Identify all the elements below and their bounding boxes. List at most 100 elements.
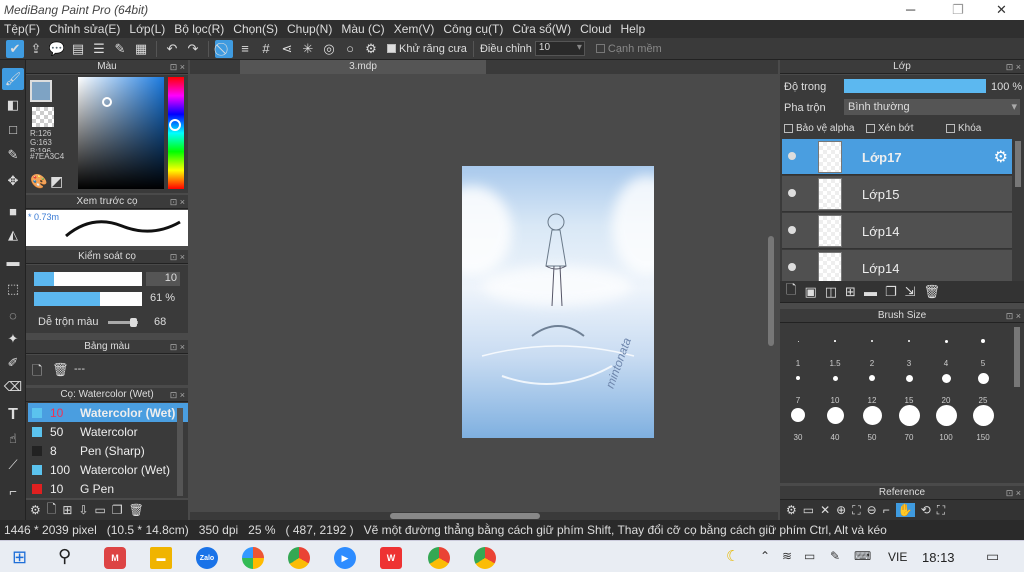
parallel-snap-icon[interactable]: ≡ xyxy=(236,40,254,58)
move-tool-icon[interactable]: ✥ xyxy=(2,170,24,192)
battery-icon[interactable]: ▭ xyxy=(804,549,815,563)
merge-layer-icon[interactable]: ⇲ xyxy=(905,284,916,300)
bucket-tool-icon[interactable]: ◭ xyxy=(2,224,24,246)
copy-brush-icon[interactable]: ❐ xyxy=(112,503,123,517)
curve-snap-icon[interactable]: ○ xyxy=(341,40,359,58)
edge-checkbox[interactable]: Cạnh mềm xyxy=(595,43,662,55)
rotate-icon[interactable]: ⟲ xyxy=(921,503,931,517)
pin-icon[interactable]: ⊡ × xyxy=(170,388,185,402)
eye-icon[interactable] xyxy=(788,226,796,234)
gear-icon[interactable]: ⚙ xyxy=(786,503,797,517)
eraser-tool-icon[interactable]: ◧ xyxy=(2,94,24,116)
lock-checkbox[interactable]: Khóa xyxy=(946,123,981,134)
hue-slider[interactable] xyxy=(168,77,184,189)
menu-cloud[interactable]: Cloud xyxy=(580,22,611,36)
protect-alpha-checkbox[interactable]: Bảo vệ alpha xyxy=(784,123,854,134)
new-brush-icon[interactable]: 🗋 xyxy=(47,500,57,521)
brush-size-dot[interactable] xyxy=(826,406,844,424)
chat-icon[interactable]: 💬 xyxy=(48,40,66,58)
eye-icon[interactable] xyxy=(788,152,796,160)
trash-icon[interactable]: 🗑 xyxy=(52,362,69,378)
horizontal-scrollbar[interactable] xyxy=(390,513,540,519)
add-brush-icon[interactable]: ⊞ xyxy=(62,503,72,517)
brush-size-dot[interactable] xyxy=(898,404,920,426)
brush-size-dot[interactable] xyxy=(832,375,838,381)
antialias-checkbox[interactable]: Khử răng cưa xyxy=(387,43,467,55)
menu-layer[interactable]: Lớp(L) xyxy=(129,22,165,36)
brush-size-value[interactable]: 10 xyxy=(146,272,180,286)
grid-icon[interactable]: ▦ xyxy=(132,40,150,58)
edit-icon[interactable]: ✎ xyxy=(111,40,129,58)
menu-file[interactable]: Tệp(F) xyxy=(4,22,40,36)
chrome-icon[interactable] xyxy=(288,547,310,569)
undo-icon[interactable]: ↶ xyxy=(163,40,181,58)
layer-row[interactable]: Lớp14 xyxy=(782,250,1012,281)
rectangle-tool-icon[interactable]: □ xyxy=(2,118,24,140)
transparent-swatch[interactable] xyxy=(32,107,54,127)
comment-icon[interactable]: ▤ xyxy=(69,40,87,58)
pen-icon[interactable]: ✎ xyxy=(830,549,840,563)
settings-icon[interactable]: ⚙ xyxy=(362,40,380,58)
pin-icon[interactable]: ⊡ × xyxy=(170,60,185,74)
divide-tool-icon[interactable]: ⟋ xyxy=(2,454,24,476)
brush-size-dot[interactable] xyxy=(791,408,805,422)
trash-icon[interactable]: 🗑 xyxy=(129,503,144,517)
brush-size-dot[interactable] xyxy=(977,372,989,384)
layer-row[interactable]: Lớp17 ⚙ xyxy=(782,139,1012,175)
pin-icon[interactable]: ⊡ × xyxy=(1006,60,1021,74)
wps-icon[interactable]: W xyxy=(380,547,402,569)
notification-icon[interactable]: ▭ xyxy=(986,548,999,565)
main-color-swatch[interactable] xyxy=(30,80,52,102)
brush-tool-icon[interactable]: 🖌 xyxy=(2,68,24,90)
brush-item[interactable]: 50 Watercolor xyxy=(28,422,188,441)
close-button[interactable]: ✕ xyxy=(996,2,1007,18)
chrome-icon[interactable] xyxy=(428,547,450,569)
trash-icon[interactable]: 🗑 xyxy=(924,284,941,300)
brush-size-dot[interactable] xyxy=(834,340,836,342)
open-folder-icon[interactable]: ▭ xyxy=(803,503,814,517)
brush-size-dot[interactable] xyxy=(935,404,957,426)
fill-rect-tool-icon[interactable]: ■ xyxy=(2,200,24,222)
hand-icon[interactable]: ✋ xyxy=(895,503,915,517)
pin-icon[interactable]: ⊡ × xyxy=(170,250,185,264)
menu-select[interactable]: Chọn(S) xyxy=(233,22,278,36)
blend-slider[interactable] xyxy=(108,318,138,327)
brush-item[interactable]: 100 Watercolor (Wet) xyxy=(28,460,188,479)
canvas-workspace[interactable]: mintonata xyxy=(190,76,774,510)
upload-icon[interactable]: ⇪ xyxy=(27,40,45,58)
menu-filter[interactable]: Bộ lọc(R) xyxy=(174,22,224,36)
language-indicator[interactable]: VIE xyxy=(888,550,907,564)
circle-snap-icon[interactable]: ◎ xyxy=(320,40,338,58)
chrome-icon[interactable] xyxy=(474,547,496,569)
eyedropper-icon[interactable]: ⌐ xyxy=(883,503,890,517)
eyedropper-tool-icon[interactable]: ⌐ xyxy=(2,480,24,502)
brush-item[interactable]: 10 Watercolor (Wet) xyxy=(28,403,188,422)
checkmark-icon[interactable]: ✔ xyxy=(6,39,24,58)
add-layer-menu-icon[interactable]: ⊞ xyxy=(845,284,856,300)
photos-icon[interactable] xyxy=(242,547,264,569)
search-icon[interactable]: ⚲ xyxy=(58,546,71,567)
gradient-tool-icon[interactable]: ▬ xyxy=(2,250,24,272)
keyboard-icon[interactable]: ⌨ xyxy=(854,549,871,563)
no-snap-icon[interactable]: ⃠ xyxy=(215,39,233,58)
new-layer-icon[interactable]: 🗋 xyxy=(786,281,796,303)
zalo-icon[interactable]: Zalo xyxy=(196,547,218,569)
duplicate-layer-icon[interactable]: ❐ xyxy=(885,284,897,300)
cross-snap-icon[interactable]: # xyxy=(257,40,275,58)
brush-size-dot[interactable] xyxy=(869,375,875,381)
menu-color[interactable]: Màu (C) xyxy=(341,22,384,36)
brush-size-scrollbar[interactable] xyxy=(1014,327,1020,387)
brush-settings-icon[interactable]: ⚙ xyxy=(30,503,41,517)
medibang-app-icon[interactable]: M xyxy=(104,547,126,569)
palette-icon[interactable]: 🎨 xyxy=(30,173,47,190)
brush-size-dot[interactable] xyxy=(796,376,800,380)
file-explorer-icon[interactable]: ▬ xyxy=(150,547,172,569)
close-icon[interactable]: ✕ xyxy=(820,503,830,517)
brush-size-dot[interactable] xyxy=(941,373,951,383)
pin-icon[interactable]: ⊡ × xyxy=(170,195,185,209)
fullscreen-icon[interactable]: ⛶ xyxy=(937,503,945,518)
select-pen-tool-icon[interactable]: ✐ xyxy=(2,352,24,374)
layer-blend-select[interactable]: Bình thường ▾ xyxy=(844,99,1020,115)
layer-row[interactable]: Lớp15 xyxy=(782,176,1012,212)
brush-size-dot[interactable] xyxy=(797,340,799,342)
